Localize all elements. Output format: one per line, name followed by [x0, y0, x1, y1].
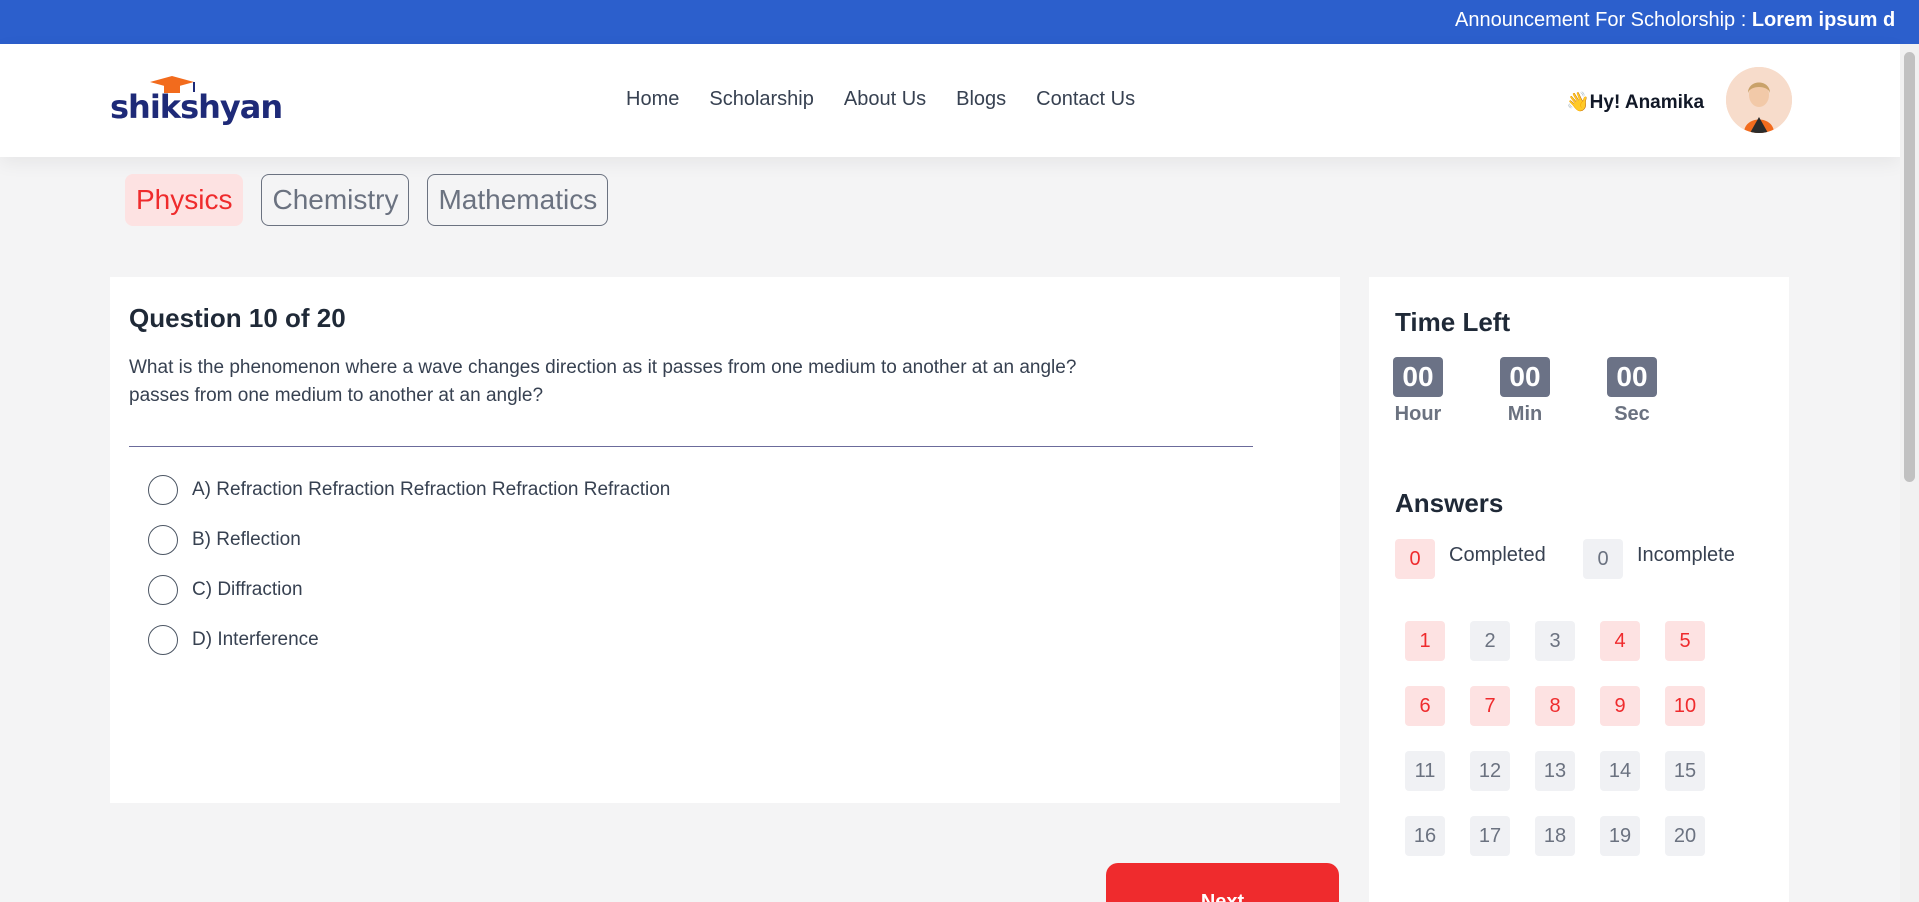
question-number-button[interactable]: 1: [1405, 621, 1445, 661]
question-number-button[interactable]: 2: [1470, 621, 1510, 661]
nav-scholarship[interactable]: Scholarship: [709, 88, 814, 111]
timer-minutes: 00 Min: [1500, 357, 1550, 426]
option-a-label: A) Refraction Refraction Refraction Refr…: [192, 479, 671, 500]
incomplete-stat: 0 Incomplete: [1583, 539, 1735, 579]
question-navigator: 1 2 3 4 5 6 7 8 9 10 11 12 13 14 15 16 17 18 19 20: [1405, 621, 1705, 856]
nav-blogs[interactable]: Blogs: [956, 88, 1006, 111]
question-number-button[interactable]: 12: [1470, 751, 1510, 791]
question-text: What is the phenomenon where a wave chan…: [129, 354, 1239, 410]
answer-options: A) Refraction Refraction Refraction Refr…: [148, 475, 670, 675]
completed-stat: 0 Completed: [1395, 539, 1546, 579]
option-c-label: C) Diffraction: [192, 579, 303, 600]
tab-physics[interactable]: Physics: [125, 174, 244, 226]
option-b[interactable]: B) Reflection: [148, 525, 670, 555]
top-navbar: shikshyan Home Scholarship About Us Blog…: [0, 44, 1900, 157]
option-a[interactable]: A) Refraction Refraction Refraction Refr…: [148, 475, 670, 505]
question-number-button[interactable]: 6: [1405, 686, 1445, 726]
option-a-radio[interactable]: [148, 475, 178, 505]
question-number-button[interactable]: 15: [1665, 751, 1705, 791]
announcement-prefix: Announcement For Scholorship :: [1455, 9, 1752, 31]
timer-seconds-value: 00: [1607, 357, 1657, 397]
question-card: Question 10 of 20 What is the phenomenon…: [110, 277, 1340, 803]
scrollbar-thumb[interactable]: [1904, 52, 1915, 482]
timer-minutes-label: Min: [1507, 403, 1543, 425]
question-number-button[interactable]: 17: [1470, 816, 1510, 856]
completed-count: 0: [1395, 539, 1435, 579]
question-text-line-1: What is the phenomenon where a wave chan…: [129, 357, 1077, 378]
option-b-radio[interactable]: [148, 525, 178, 555]
tab-mathematics[interactable]: Mathematics: [427, 174, 609, 226]
timer-minutes-value: 00: [1500, 357, 1550, 397]
logo-text: shikshyan: [110, 88, 283, 126]
question-number-button[interactable]: 9: [1600, 686, 1640, 726]
option-c-radio[interactable]: [148, 575, 178, 605]
question-title: Question 10 of 20: [129, 303, 346, 333]
countdown-timer: 00 Hour 00 Min 00 Sec: [1393, 357, 1714, 426]
question-number-button[interactable]: 8: [1535, 686, 1575, 726]
time-left-title: Time Left: [1395, 307, 1511, 337]
question-number-button[interactable]: 10: [1665, 686, 1705, 726]
nav-home[interactable]: Home: [626, 88, 679, 111]
site-logo[interactable]: shikshyan: [110, 74, 283, 134]
announcement-marquee: Announcement For Scholorship : Lorem ips…: [1455, 9, 1895, 32]
question-divider: [129, 446, 1253, 447]
option-d-radio[interactable]: [148, 625, 178, 655]
question-number-button[interactable]: 14: [1600, 751, 1640, 791]
completed-label: Completed: [1449, 543, 1546, 566]
announcement-text: Lorem ipsum d: [1751, 9, 1896, 31]
timer-hours: 00 Hour: [1393, 357, 1443, 426]
option-d[interactable]: D) Interference: [148, 625, 670, 655]
question-number-button[interactable]: 7: [1470, 686, 1510, 726]
option-c[interactable]: C) Diffraction: [148, 575, 670, 605]
nav-about-us[interactable]: About Us: [844, 88, 926, 111]
option-d-label: D) Interference: [192, 629, 319, 650]
announcement-bar: Announcement For Scholorship : Lorem ips…: [0, 0, 1919, 44]
answers-title: Answers: [1395, 488, 1504, 518]
question-number-button[interactable]: 19: [1600, 816, 1640, 856]
option-b-label: B) Reflection: [192, 529, 301, 550]
question-number-button[interactable]: 5: [1665, 621, 1705, 661]
subject-tabs: Physics Chemistry Mathematics: [125, 174, 626, 226]
avatar-image: [1726, 67, 1792, 133]
incomplete-count: 0: [1583, 539, 1623, 579]
timer-seconds-label: Sec: [1614, 403, 1650, 425]
question-number-button[interactable]: 3: [1535, 621, 1575, 661]
question-number-button[interactable]: 20: [1665, 816, 1705, 856]
timer-seconds: 00 Sec: [1607, 357, 1657, 426]
question-text-line-2: passes from one medium to another at an …: [129, 385, 544, 406]
user-greeting: 👋Hy! Anamika: [1566, 92, 1705, 113]
question-number-button[interactable]: 4: [1600, 621, 1640, 661]
nav-contact-us[interactable]: Contact Us: [1036, 88, 1135, 111]
timer-hours-value: 00: [1393, 357, 1443, 397]
question-number-button[interactable]: 11: [1405, 751, 1445, 791]
tab-chemistry[interactable]: Chemistry: [261, 174, 410, 226]
user-avatar[interactable]: [1726, 67, 1792, 133]
question-number-button[interactable]: 13: [1535, 751, 1575, 791]
incomplete-label: Incomplete: [1637, 543, 1735, 566]
main-nav: Home Scholarship About Us Blogs Contact …: [626, 88, 1165, 111]
question-number-button[interactable]: 16: [1405, 816, 1445, 856]
timer-hours-label: Hour: [1394, 403, 1442, 425]
side-panel: Time Left 00 Hour 00 Min 00 Sec Answers …: [1369, 277, 1789, 902]
next-button[interactable]: Next: [1106, 863, 1339, 902]
question-number-button[interactable]: 18: [1535, 816, 1575, 856]
page-scrollbar[interactable]: [1900, 44, 1919, 902]
